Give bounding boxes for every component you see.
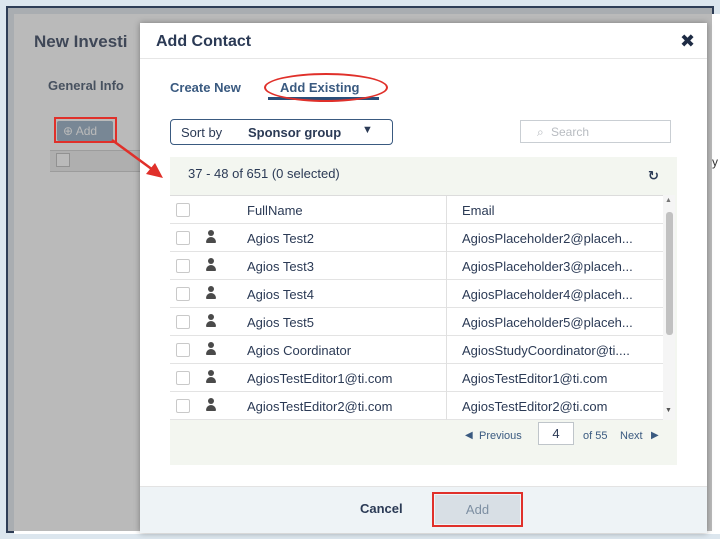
sort-by-dropdown[interactable]: Sort by Sponsor group ▼ [170,119,393,145]
row-checkbox[interactable] [176,399,190,413]
row-checkbox[interactable] [176,371,190,385]
annotation-ellipse-add-existing [264,73,388,102]
modal-title: Add Contact [156,33,252,50]
cancel-button[interactable]: Cancel [360,501,403,516]
contacts-panel: 37 - 48 of 651 (0 selected) ↻ FullName E… [170,157,677,465]
selection-count: 37 - 48 of 651 (0 selected) [188,166,340,181]
column-divider [446,392,447,420]
row-fullname: Agios Coordinator [247,343,352,358]
sort-by-value: Sponsor group [248,125,342,140]
divider [140,58,707,59]
next-arrow-icon[interactable]: ▶ [651,430,659,441]
person-icon [205,258,216,272]
person-icon [205,398,216,412]
person-icon [205,342,216,356]
annotation-box-add-button [432,492,523,527]
row-fullname: Agios Test4 [247,287,314,302]
row-checkbox[interactable] [176,315,190,329]
scroll-up-icon[interactable]: ▲ [665,197,672,204]
row-email: AgiosPlaceholder4@placeh... [462,287,633,302]
table-row[interactable]: Agios Test2 AgiosPlaceholder2@placeh... [170,224,663,252]
modal-footer [140,486,707,533]
refresh-icon[interactable]: ↻ [648,168,659,184]
column-divider [446,252,447,280]
column-header-fullname[interactable]: FullName [247,203,303,218]
table-row[interactable]: AgiosTestEditor1@ti.com AgiosTestEditor1… [170,364,663,392]
column-divider [446,336,447,364]
table-row[interactable]: Agios Test3 AgiosPlaceholder3@placeh... [170,252,663,280]
next-page-link[interactable]: Next [620,430,643,442]
scroll-down-icon[interactable]: ▼ [665,407,672,414]
table-row[interactable]: Agios Test4 AgiosPlaceholder4@placeh... [170,280,663,308]
row-checkbox[interactable] [176,231,190,245]
caret-down-icon: ▼ [362,124,373,136]
column-header-email[interactable]: Email [462,203,662,218]
contacts-table: FullName Email Agios Test2 AgiosPlacehol… [170,195,675,420]
table-row[interactable]: Agios Coordinator AgiosStudyCoordinator@… [170,336,663,364]
search-box[interactable]: ⌕ [520,120,671,143]
select-all-checkbox[interactable] [176,203,190,217]
person-icon [205,314,216,328]
row-checkbox[interactable] [176,259,190,273]
row-email: AgiosTestEditor2@ti.com [462,399,608,414]
column-divider [446,280,447,308]
row-checkbox[interactable] [176,287,190,301]
row-email: AgiosPlaceholder5@placeh... [462,315,633,330]
person-icon [205,370,216,384]
page-number-input[interactable]: 4 [538,422,574,445]
annotation-box-add [54,117,117,143]
person-icon [205,286,216,300]
add-contact-modal: Add Contact ✖ Create New Add Existing So… [140,23,707,533]
row-fullname: Agios Test2 [247,231,314,246]
previous-arrow-icon[interactable]: ◀ [465,430,473,441]
column-divider [446,308,447,336]
sort-by-label: Sort by [181,125,223,140]
table-header-row: FullName Email [170,196,663,224]
column-divider [446,364,447,392]
row-email: AgiosStudyCoordinator@ti.... [462,343,630,358]
background-edge-text: y [712,155,718,169]
row-fullname: AgiosTestEditor1@ti.com [247,371,393,386]
page-total: of 55 [583,430,608,442]
column-divider [446,224,447,252]
previous-page-link[interactable]: Previous [479,430,522,442]
search-icon: ⌕ [537,125,544,139]
row-checkbox[interactable] [176,343,190,357]
row-fullname: Agios Test3 [247,259,314,274]
person-icon [205,230,216,244]
row-fullname: AgiosTestEditor2@ti.com [247,399,393,414]
table-row[interactable]: AgiosTestEditor2@ti.com AgiosTestEditor2… [170,392,663,420]
row-email: AgiosPlaceholder2@placeh... [462,231,633,246]
scrollbar-thumb[interactable] [666,212,673,335]
close-icon[interactable]: ✖ [680,31,695,52]
row-fullname: Agios Test5 [247,315,314,330]
row-email: AgiosTestEditor1@ti.com [462,371,608,386]
column-divider [446,196,447,224]
tab-create-new[interactable]: Create New [170,80,241,95]
row-email: AgiosPlaceholder3@placeh... [462,259,633,274]
search-input[interactable] [549,123,661,140]
table-row[interactable]: Agios Test5 AgiosPlaceholder5@placeh... [170,308,663,336]
